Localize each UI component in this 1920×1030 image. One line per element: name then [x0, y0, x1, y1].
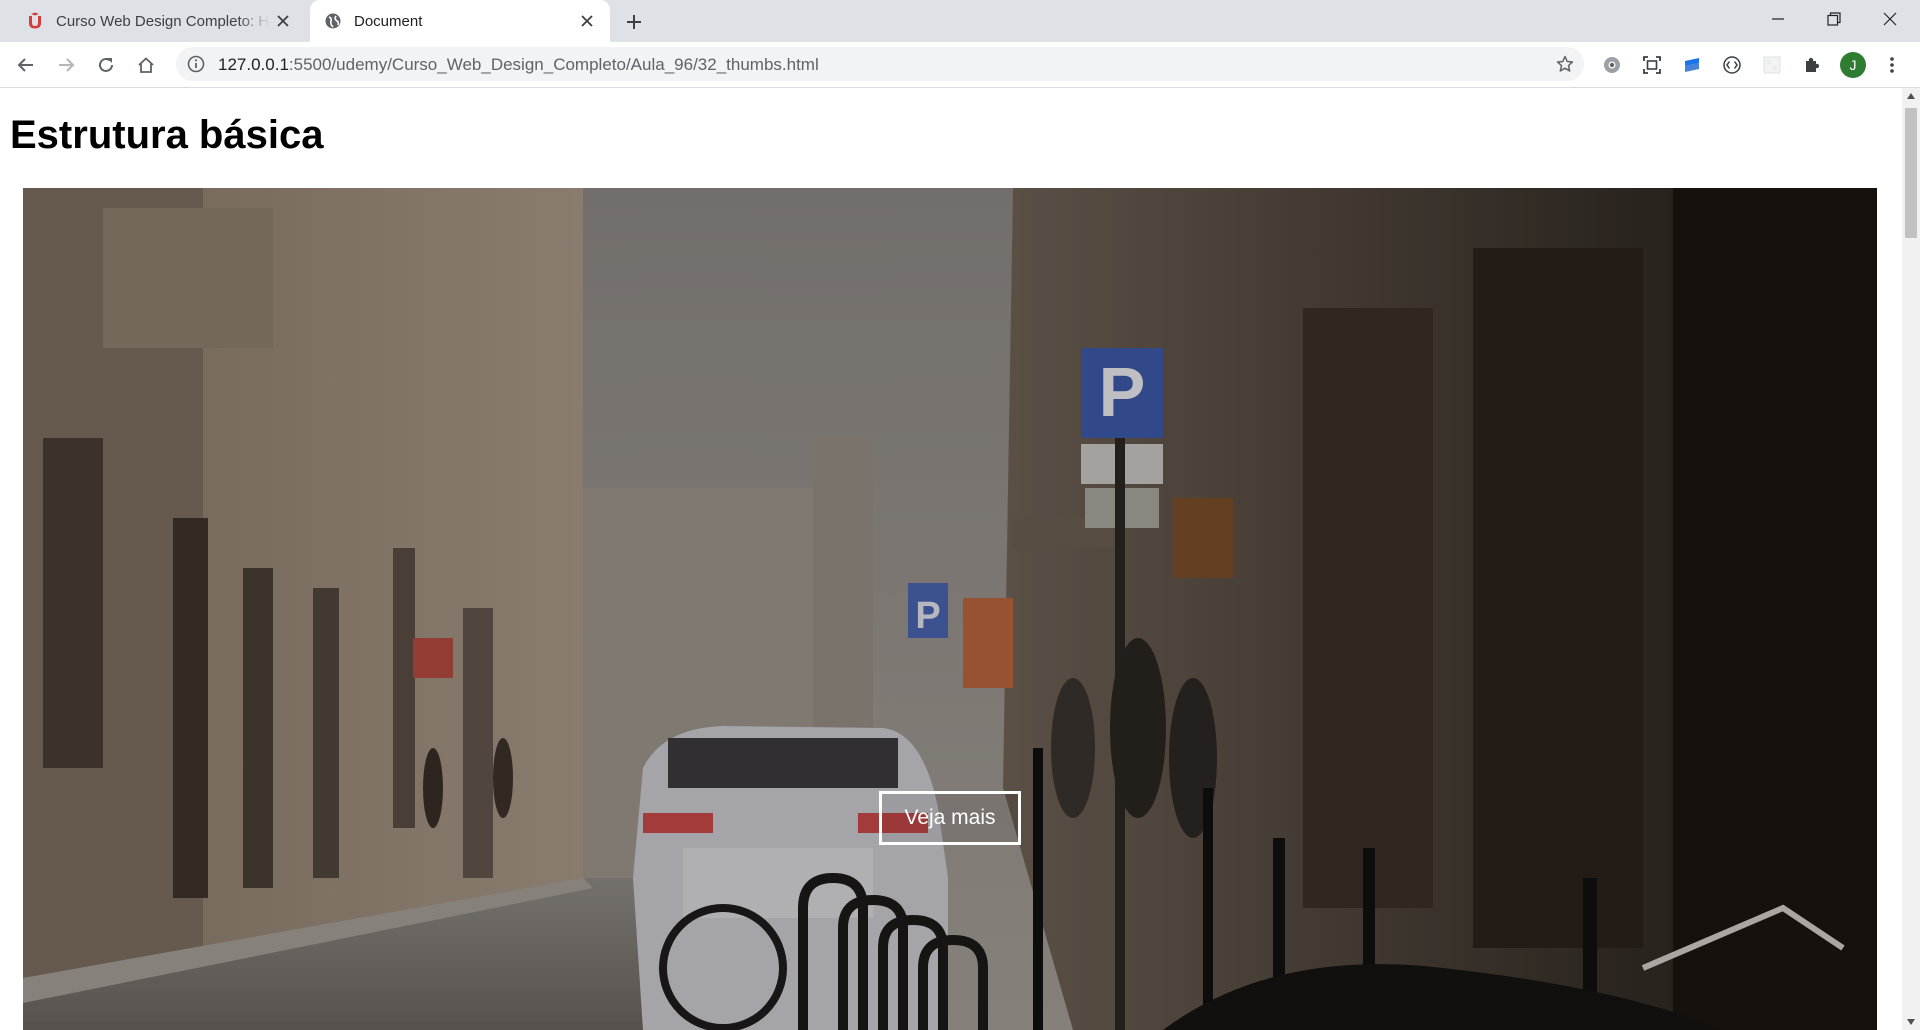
minimize-button[interactable] [1750, 0, 1806, 38]
vertical-scrollbar[interactable] [1902, 88, 1920, 1030]
back-button[interactable] [10, 49, 42, 81]
chrome-extension-icon[interactable] [1600, 53, 1624, 77]
stack-icon[interactable] [1680, 53, 1704, 77]
page-title: Estrutura básica [10, 113, 324, 157]
plus-icon [627, 15, 641, 29]
site-info-icon[interactable] [186, 54, 206, 74]
home-button[interactable] [130, 49, 162, 81]
code-brackets-icon[interactable] [1720, 53, 1744, 77]
tab-title: Curso Web Design Completo: HTML5 [56, 12, 270, 30]
arrow-right-icon [59, 58, 75, 72]
kebab-menu-icon[interactable] [1880, 53, 1904, 77]
screenshot-icon[interactable] [1640, 53, 1664, 77]
browser-toolbar: 127.0.0.1:5500/udemy/Curso_Web_Design_Co… [0, 42, 1920, 88]
new-tab-button[interactable] [620, 8, 648, 36]
close-window-button[interactable] [1862, 0, 1918, 38]
arrow-left-icon [17, 58, 33, 72]
tab-strip: Curso Web Design Completo: HTML5 Documen… [0, 0, 1920, 42]
restore-button[interactable] [1806, 0, 1862, 38]
restore-icon [1827, 12, 1841, 26]
scroll-down-arrow-icon[interactable] [1902, 1014, 1920, 1030]
url-path: :5500/udemy/Curso_Web_Design_Completo/Au… [288, 55, 819, 74]
scroll-up-arrow-icon[interactable] [1902, 88, 1920, 104]
forward-button[interactable] [50, 49, 82, 81]
url-text[interactable]: 127.0.0.1:5500/udemy/Curso_Web_Design_Co… [218, 55, 819, 75]
home-icon [138, 57, 154, 73]
close-icon[interactable] [270, 8, 296, 34]
blank-extension-icon[interactable] [1760, 53, 1784, 77]
puzzle-icon[interactable] [1800, 53, 1824, 77]
bookmark-star-icon[interactable] [1554, 53, 1576, 75]
profile-avatar[interactable]: J [1840, 52, 1866, 78]
udemy-logo-icon [26, 12, 44, 30]
tab-udemy-course[interactable]: Curso Web Design Completo: HTML5 [14, 0, 306, 42]
page-viewport: Estrutura básica P P Veja mais [0, 88, 1902, 1030]
reload-icon [99, 57, 113, 72]
close-icon [1883, 12, 1897, 26]
scroll-thumb[interactable] [1905, 108, 1917, 238]
veja-mais-button[interactable]: Veja mais [879, 791, 1021, 845]
photo-overlay [23, 188, 1877, 1030]
globe-icon [324, 12, 342, 30]
address-bar[interactable]: 127.0.0.1:5500/udemy/Curso_Web_Design_Co… [176, 47, 1584, 81]
close-icon[interactable] [574, 8, 600, 34]
minimize-icon [1772, 18, 1784, 20]
reload-button[interactable] [90, 49, 122, 81]
tab-document[interactable]: Document [310, 0, 610, 42]
thumbnail-card[interactable]: P P Veja mais [23, 188, 1877, 1030]
tab-title: Document [354, 12, 423, 30]
url-host: 127.0.0.1 [218, 55, 289, 74]
